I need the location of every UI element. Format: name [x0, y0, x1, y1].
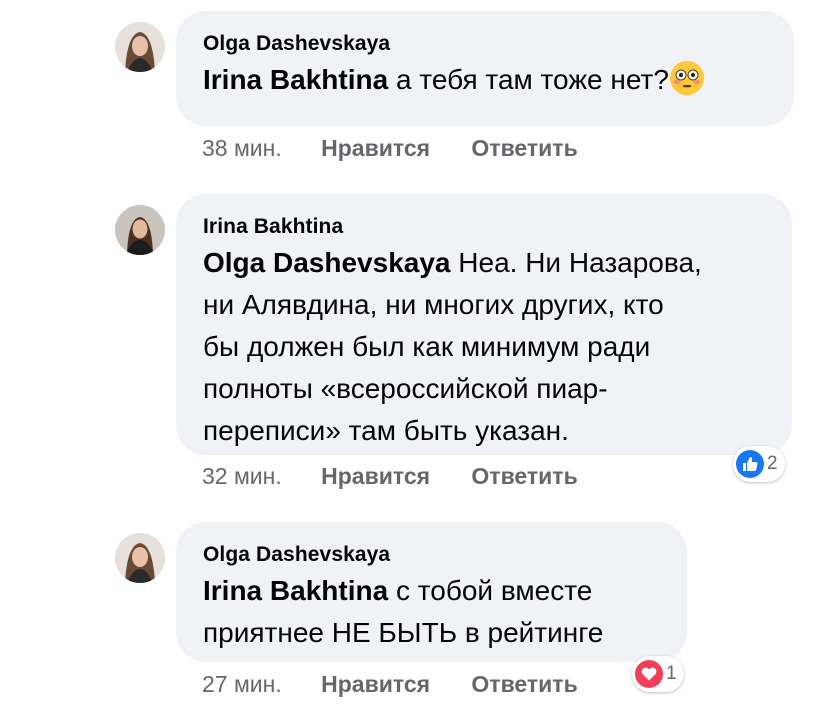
avatar-photo-icon [115, 205, 165, 255]
comment-timestamp[interactable]: 38 мин. [202, 134, 282, 162]
comment-text: Olga Dashevskaya Неа. Ни Назарова, ни Ал… [203, 242, 764, 452]
reaction-summary[interactable]: 1 [632, 656, 684, 692]
reaction-summary[interactable]: 2 [733, 446, 785, 482]
comment-text-line: переписи» там быть указан. [203, 415, 569, 446]
comment-text-line: с тобой вместе [395, 575, 593, 606]
avatar-photo-icon [115, 22, 165, 72]
comment-author[interactable]: Irina Bakhtina [203, 215, 764, 239]
comment-text-line: а тебя там тоже нет? [395, 64, 669, 95]
avatar[interactable] [115, 205, 165, 255]
like-button[interactable]: Нравится [321, 670, 430, 698]
comment-actions: 38 мин. Нравится Ответить [202, 134, 578, 162]
comment-timestamp[interactable]: 32 мин. [202, 462, 282, 490]
comment-author[interactable]: Olga Dashevskaya [203, 32, 766, 56]
avatar-photo-icon [115, 533, 165, 583]
comment-text-line: полноты «всероссийской пиар- [203, 373, 608, 404]
comment-bubble: Olga Dashevskaya Irina Bakhtina а тебя т… [176, 11, 794, 126]
like-button[interactable]: Нравится [321, 462, 430, 490]
mention-link[interactable]: Irina Bakhtina [203, 64, 388, 95]
comment-text-line: ни Алявдина, ни многих других, кто [203, 289, 664, 320]
comment-bubble: Irina Bakhtina Olga Dashevskaya Неа. Ни … [176, 194, 792, 455]
heart-icon [635, 660, 663, 688]
comment-text: Irina Bakhtina с тобой вместе приятнее Н… [203, 570, 659, 654]
flushed-face-emoji-icon [669, 61, 704, 95]
comment-timestamp[interactable]: 27 мин. [202, 670, 282, 698]
avatar[interactable] [115, 533, 165, 583]
comment-author[interactable]: Olga Dashevskaya [203, 543, 659, 567]
comment-text: Irina Bakhtina а тебя там тоже нет? [203, 59, 766, 101]
like-button[interactable]: Нравится [321, 134, 430, 162]
comment-text-line: Неа. Ни Назарова, [458, 247, 702, 278]
comment-text-line: приятнее НЕ БЫТЬ в рейтинге [203, 617, 604, 648]
reaction-count: 1 [666, 663, 677, 684]
reply-button[interactable]: Ответить [471, 462, 577, 490]
comment-bubble: Olga Dashevskaya Irina Bakhtina с тобой … [176, 522, 687, 662]
reaction-count: 2 [767, 453, 778, 474]
mention-link[interactable]: Olga Dashevskaya [203, 247, 451, 278]
comment-actions: 27 мин. Нравится Ответить [202, 670, 578, 698]
like-icon [736, 450, 764, 478]
comment-text-line: бы должен был как минимум ради [203, 331, 651, 362]
avatar[interactable] [115, 22, 165, 72]
reply-button[interactable]: Ответить [471, 670, 577, 698]
comment-actions: 32 мин. Нравится Ответить [202, 462, 578, 490]
mention-link[interactable]: Irina Bakhtina [203, 575, 388, 606]
reply-button[interactable]: Ответить [471, 134, 577, 162]
